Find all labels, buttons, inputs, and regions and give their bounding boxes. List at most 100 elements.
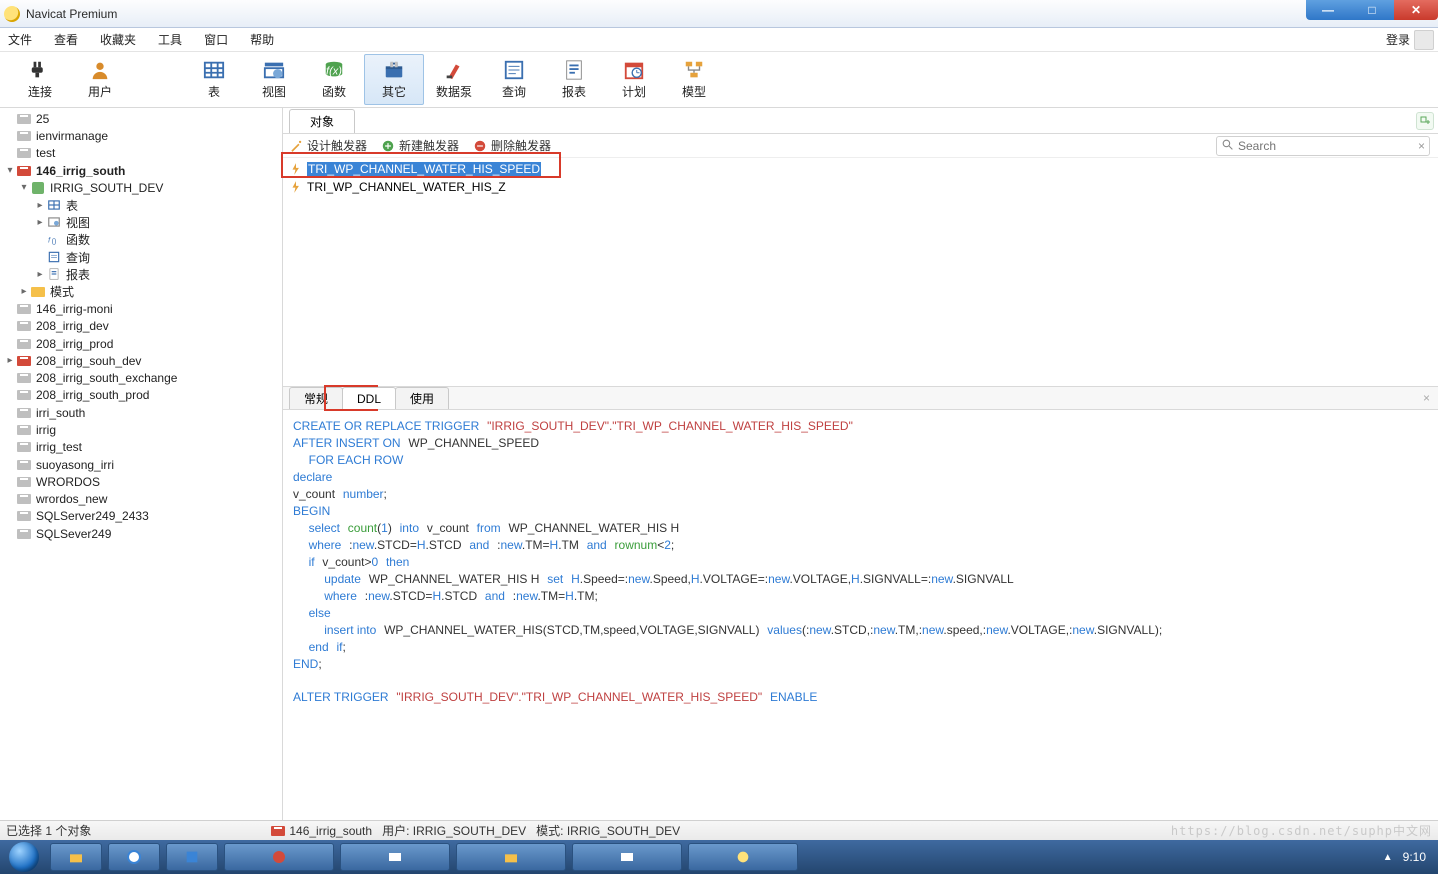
tree-node[interactable]: ▸ 报表 — [0, 266, 282, 283]
tree-node[interactable]: ▾IRRIG_SOUTH_DEV — [0, 179, 282, 196]
expand-arrow-icon[interactable]: ▾ — [4, 165, 16, 176]
tab-ddl[interactable]: DDL — [342, 387, 396, 409]
tree-node[interactable]: ▸ienvirmanage — [0, 127, 282, 144]
menu-view[interactable]: 查看 — [54, 31, 78, 48]
tree-node[interactable]: ▸test — [0, 145, 282, 162]
tree-node[interactable]: ▸表 — [0, 196, 282, 213]
taskbar-item[interactable] — [224, 843, 334, 871]
node-label: WRORDOS — [36, 475, 100, 489]
node-label: 208_irrig_souh_dev — [36, 354, 141, 368]
taskbar-item[interactable] — [688, 843, 798, 871]
search-input[interactable] — [1238, 139, 1414, 153]
expand-arrow-icon[interactable]: ▸ — [34, 269, 46, 280]
menu-tools[interactable]: 工具 — [158, 31, 182, 48]
expand-arrow-icon[interactable]: ▸ — [34, 217, 46, 228]
minimize-button[interactable]: — — [1306, 0, 1350, 20]
clear-search-icon[interactable]: × — [1418, 139, 1425, 153]
toolbar-query[interactable]: 查询 — [484, 54, 544, 105]
system-tray[interactable]: ▲ 9:10 — [1383, 850, 1434, 864]
avatar-placeholder[interactable] — [1414, 30, 1434, 50]
toolbar-model[interactable]: 模型 — [664, 54, 724, 105]
login-link[interactable]: 登录 — [1386, 31, 1410, 48]
toolbar-connect[interactable]: 连接 — [10, 54, 70, 105]
toolbar-view[interactable]: 视图 — [244, 54, 304, 105]
tab-general[interactable]: 常规 — [289, 387, 343, 409]
toolbar-function[interactable]: f(x) 函数 — [304, 54, 364, 105]
toolbar-other[interactable]: 其它 — [364, 54, 424, 105]
tree-node[interactable]: ▸wrordos_new — [0, 491, 282, 508]
node-label: 208_irrig_south_prod — [36, 388, 149, 402]
tree-node[interactable]: ▸SQLServer249_2433 — [0, 508, 282, 525]
menu-file[interactable]: 文件 — [8, 31, 32, 48]
search-box[interactable]: × — [1216, 136, 1430, 156]
tree-node[interactable]: ▸ 208_irrig_souh_dev — [0, 352, 282, 369]
tree-node[interactable]: ▸模式 — [0, 283, 282, 300]
connection-tree[interactable]: ▸25▸ienvirmanage▸test▾146_irrig_south▾IR… — [0, 108, 283, 820]
taskbar-item[interactable] — [456, 843, 566, 871]
tree-node[interactable]: ▸SQLSever249 — [0, 525, 282, 542]
start-button[interactable] — [4, 840, 44, 874]
tree-node[interactable]: ▸146_irrig-moni — [0, 300, 282, 317]
status-user: 用户: IRRIG_SOUTH_DEV — [382, 822, 526, 839]
node-label: 函数 — [66, 231, 90, 248]
function-icon: f(x) — [321, 59, 347, 81]
trigger-item[interactable]: TRI_WP_CHANNEL_WATER_HIS_Z — [289, 178, 1432, 196]
node-label: SQLSever249 — [36, 527, 111, 541]
tray-up-icon[interactable]: ▲ — [1383, 852, 1393, 863]
toolbar-plan[interactable]: 计划 — [604, 54, 664, 105]
tree-node[interactable]: ▸208_irrig_south_exchange — [0, 369, 282, 386]
close-panel-icon[interactable]: × — [1423, 391, 1430, 405]
taskbar-item[interactable] — [50, 843, 102, 871]
toolbar-table[interactable]: 表 — [184, 54, 244, 105]
node-label: 208_irrig_prod — [36, 337, 113, 351]
tree-node[interactable]: ▸suoyasong_irri — [0, 456, 282, 473]
new-trigger-action[interactable]: 新建触发器 — [381, 137, 459, 154]
tree-node[interactable]: ▸208_irrig_south_prod — [0, 387, 282, 404]
taskbar-item[interactable] — [108, 843, 160, 871]
maximize-button[interactable]: □ — [1350, 0, 1394, 20]
expand-arrow-icon[interactable]: ▾ — [18, 182, 30, 193]
tree-node[interactable]: ▸208_irrig_dev — [0, 318, 282, 335]
taskbar-item[interactable] — [340, 843, 450, 871]
tree-node[interactable]: ▸25 — [0, 110, 282, 127]
sql-view[interactable]: CREATE OR REPLACE TRIGGER "IRRIG_SOUTH_D… — [283, 410, 1438, 820]
wand-icon — [289, 139, 303, 153]
toolbar-user[interactable]: 用户 — [70, 54, 130, 105]
close-button[interactable]: ✕ — [1394, 0, 1438, 20]
tree-node[interactable]: ▸查询 — [0, 248, 282, 265]
node-icon — [16, 164, 32, 178]
taskbar-item[interactable] — [166, 843, 218, 871]
node-icon — [16, 371, 32, 385]
tab-usage[interactable]: 使用 — [395, 387, 449, 409]
design-trigger-action[interactable]: 设计触发器 — [289, 137, 367, 154]
tree-node[interactable]: ▾146_irrig_south — [0, 162, 282, 179]
tree-node[interactable]: ▸208_irrig_prod — [0, 335, 282, 352]
expand-arrow-icon[interactable]: ▸ — [18, 286, 30, 297]
tree-node[interactable]: ▸irrig_test — [0, 439, 282, 456]
menu-favorites[interactable]: 收藏夹 — [100, 31, 136, 48]
menu-window[interactable]: 窗口 — [204, 31, 228, 48]
toolbar-datapump[interactable]: 数据泵 — [424, 54, 484, 105]
node-icon — [46, 215, 62, 229]
node-icon — [16, 458, 32, 472]
bolt-icon — [289, 180, 303, 194]
trigger-item-selected[interactable]: TRI_WP_CHANNEL_WATER_HIS_SPEED — [289, 160, 1432, 178]
svg-text:(): () — [52, 238, 57, 245]
tree-node[interactable]: ▸f()函数 — [0, 231, 282, 248]
expand-arrow-icon[interactable]: ▸ — [4, 355, 16, 366]
node-icon — [30, 285, 46, 299]
tree-node[interactable]: ▸irrig — [0, 421, 282, 438]
expand-arrow-icon[interactable]: ▸ — [34, 200, 46, 211]
new-tab-button[interactable] — [1416, 112, 1434, 130]
tree-node[interactable]: ▸WRORDOS — [0, 473, 282, 490]
node-label: suoyasong_irri — [36, 458, 114, 472]
menu-help[interactable]: 帮助 — [250, 31, 274, 48]
tree-node[interactable]: ▸ 视图 — [0, 214, 282, 231]
tree-node[interactable]: ▸irri_south — [0, 404, 282, 421]
taskbar-item[interactable] — [572, 843, 682, 871]
node-label: 报表 — [66, 266, 90, 283]
delete-trigger-action[interactable]: 删除触发器 — [473, 137, 551, 154]
object-tab[interactable]: 对象 — [289, 109, 355, 133]
node-label: 视图 — [66, 214, 90, 231]
toolbar-report[interactable]: 报表 — [544, 54, 604, 105]
